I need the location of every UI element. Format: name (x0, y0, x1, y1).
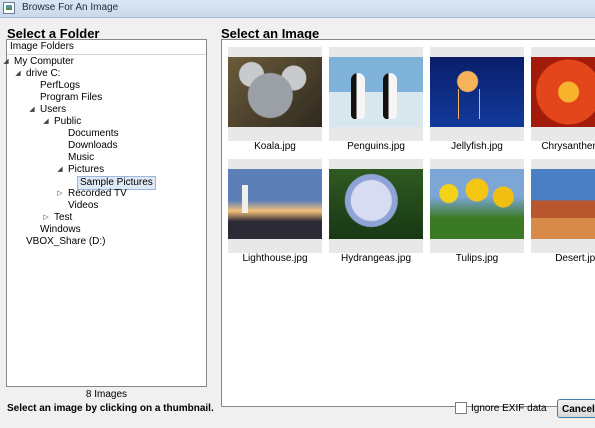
tree-item-label: My Computer (14, 56, 75, 67)
ignore-exif-checkbox[interactable]: Ignore EXIF data (455, 402, 547, 414)
tree-item-label: PerfLogs (40, 80, 81, 91)
tree-item-label: drive C: (26, 68, 61, 79)
tree-item-label: Downloads (68, 140, 118, 151)
tree-item-label: Recorded TV (68, 188, 127, 199)
tree-item-label: Music (68, 152, 95, 163)
tree-item-label: Users (40, 104, 67, 115)
image-thumbnail[interactable] (329, 47, 423, 141)
tree-item-label: Windows (40, 224, 81, 235)
tree-item-label: Public (54, 116, 82, 127)
desert-image (531, 169, 595, 239)
image-thumbnail[interactable] (531, 159, 595, 253)
tree-item-label: Documents (68, 128, 119, 139)
image-filename: Tulips.jpg (455, 253, 499, 264)
koala-image (228, 57, 322, 127)
image-thumbnail[interactable] (430, 47, 524, 141)
app-icon (3, 2, 15, 14)
tulips-image (430, 169, 524, 239)
image-filename: Lighthouse.jpg (242, 253, 308, 264)
tree-header: Image Folders (7, 40, 206, 55)
image-count: 8 Images (85, 389, 128, 400)
hydrangea-image (329, 169, 423, 239)
image-filename: Desert.jpg (555, 253, 595, 264)
collapse-arrow-icon[interactable]: ◢ (2, 58, 10, 66)
image-thumbnail[interactable] (228, 159, 322, 253)
title-bar: Browse For An Image (0, 0, 595, 18)
collapse-arrow-icon[interactable]: ◢ (14, 70, 22, 78)
lighthouse-image (228, 169, 322, 239)
image-grid[interactable]: Koala.jpg Penguins.jpg Jellyfish.jpg Chrysa… (221, 39, 595, 407)
jellyfish-image (430, 57, 524, 127)
status-text: Select an image by clicking on a thumbna… (7, 403, 214, 414)
folder-tree[interactable]: Image Folders ◢ My Computer ◢ drive C: PerfL… (3, 39, 207, 387)
penguins-image (329, 57, 423, 127)
image-filename: Hydrangeas.jpg (340, 253, 412, 264)
expand-arrow-icon[interactable]: ▷ (42, 214, 50, 222)
tree-item-label: Program Files (40, 92, 103, 103)
image-thumbnail[interactable] (430, 159, 524, 253)
chrys-image (531, 57, 595, 127)
tree-item-label: Videos (68, 200, 99, 211)
ignore-exif-label: Ignore EXIF data (471, 402, 547, 414)
image-filename: Jellyfish.jpg (451, 141, 503, 152)
expand-arrow-icon[interactable]: ▷ (56, 190, 64, 198)
tree-item-label: VBOX_Share (D:) (26, 236, 106, 247)
image-thumbnail[interactable] (228, 47, 322, 141)
checkbox-box[interactable] (455, 402, 467, 414)
image-filename: Koala.jpg (254, 141, 296, 152)
image-filename: Chrysanthemum (541, 141, 595, 152)
image-thumbnail[interactable] (329, 159, 423, 253)
dialog-body: Select a Folder Select an Image Image Fo… (0, 18, 595, 428)
collapse-arrow-icon[interactable]: ◢ (28, 106, 36, 114)
tree-item-label: Test (54, 212, 73, 223)
collapse-arrow-icon[interactable]: ◢ (42, 118, 50, 126)
image-filename: Penguins.jpg (347, 141, 405, 152)
cancel-button[interactable]: Cancel (557, 399, 595, 418)
collapse-arrow-icon[interactable]: ◢ (56, 166, 64, 174)
tree-item-label: Pictures (68, 164, 105, 175)
image-thumbnail[interactable] (531, 47, 595, 141)
window-title: Browse For An Image (22, 2, 119, 13)
